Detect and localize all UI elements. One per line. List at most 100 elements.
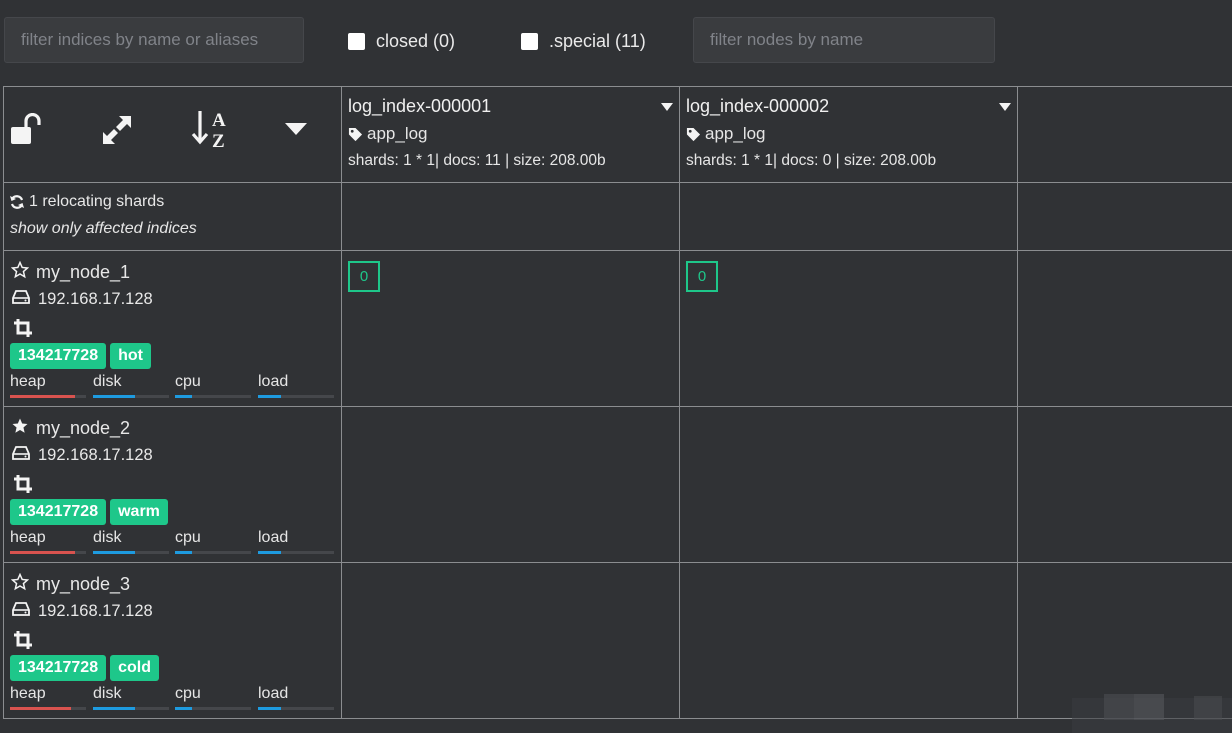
metric-load: load [258, 685, 334, 710]
node-name-label: my_node_1 [36, 262, 131, 282]
node-ip-label: 192.168.17.128 [38, 290, 153, 308]
metric-cpu-track [175, 707, 251, 710]
metric-cpu: cpu [175, 373, 251, 398]
expand-icon[interactable] [97, 110, 137, 150]
index-header-log-index-000001[interactable]: log_index-000001 app_log shards: 1 * 1| … [342, 86, 680, 183]
tag-icon [686, 127, 701, 141]
metric-load-fill [258, 395, 281, 398]
relocating-status: 1 relocating shards [9, 193, 164, 211]
node-ip-label: 192.168.17.128 [38, 602, 153, 620]
metric-cpu-track [175, 551, 251, 554]
metric-cpu-track [175, 395, 251, 398]
index-stats: shards: 1 * 1| docs: 0 | size: 208.00b [686, 152, 937, 169]
caret-down-icon[interactable] [281, 116, 311, 142]
metric-disk-label: disk [93, 685, 122, 702]
metric-heap: heap [10, 685, 86, 710]
metric-load-fill [258, 707, 281, 710]
metric-disk: disk [93, 685, 169, 710]
node-name[interactable]: my_node_1 [10, 260, 131, 284]
tag-icon [348, 127, 363, 141]
node-index-cell: 0 [680, 251, 1018, 407]
node-empty-cell [1018, 251, 1232, 407]
header-controls-cell: A Z [3, 86, 342, 183]
relocating-cell: 1 relocating shards show only affected i… [3, 183, 342, 251]
closed-checkbox-label: closed (0) [376, 30, 456, 51]
node-attribute-badges: 134217728 warm [10, 499, 172, 525]
metric-disk-track [93, 551, 169, 554]
header-empty-cell [1018, 86, 1232, 183]
filter-nodes-input[interactable] [693, 17, 995, 63]
relocating-label: 1 relocating shards [29, 193, 165, 210]
shard-box[interactable]: 0 [686, 261, 718, 292]
metric-cpu: cpu [175, 685, 251, 710]
metric-load-label: load [258, 685, 289, 702]
metric-disk: disk [93, 373, 169, 398]
metric-heap-fill [10, 707, 71, 710]
node-badge-tier: hot [110, 343, 151, 369]
crop-icon [13, 630, 33, 655]
refresh-icon [10, 195, 24, 209]
node-attribute-badges: 134217728 cold [10, 655, 163, 681]
metric-heap-label: heap [10, 373, 46, 390]
metric-load-fill [258, 551, 281, 554]
hdd-icon [12, 446, 38, 465]
relocating-index-cell [680, 183, 1018, 251]
special-checkbox[interactable]: .special (11) [521, 28, 646, 54]
metric-cpu-fill [175, 551, 192, 554]
node-ip: 192.168.17.128 [12, 290, 153, 309]
svg-text:A: A [212, 110, 226, 131]
star-outline-icon [10, 572, 36, 596]
metric-heap: heap [10, 529, 86, 554]
node-badge-tier: cold [110, 655, 159, 681]
unlock-icon[interactable] [7, 110, 47, 150]
index-header-log-index-000002[interactable]: log_index-000002 app_log shards: 1 * 1| … [680, 86, 1018, 183]
cluster-overview-grid: A Z log_index-000001 app_log shards: 1 *… [3, 86, 1232, 719]
node-name-label: my_node_2 [36, 418, 131, 438]
metric-cpu-label: cpu [175, 373, 201, 390]
show-affected-indices-link[interactable]: show only affected indices [10, 220, 197, 238]
index-menu-caret-icon[interactable] [661, 98, 673, 116]
hdd-icon [12, 290, 38, 309]
closed-checkbox[interactable]: closed (0) [348, 28, 455, 54]
node-cell: my_node_3 192.168.17.128 134217728 cold … [3, 563, 342, 719]
node-name[interactable]: my_node_3 [10, 572, 131, 596]
metric-heap: heap [10, 373, 86, 398]
metric-heap-track [10, 551, 86, 554]
node-attribute-badges: 134217728 hot [10, 343, 155, 369]
metric-disk-track [93, 707, 169, 710]
node-metrics: heap disk cpu load [10, 373, 334, 401]
shard-box[interactable]: 0 [348, 261, 380, 292]
star-filled-icon [11, 417, 36, 440]
index-name: log_index-000001 [348, 96, 492, 116]
node-name[interactable]: my_node_2 [11, 417, 130, 440]
filter-indices-input[interactable] [4, 17, 304, 63]
metric-load: load [258, 529, 334, 554]
crop-icon [13, 318, 33, 343]
node-index-cell: 0 [342, 251, 680, 407]
node-badge-size: 134217728 [10, 499, 107, 525]
metric-disk-fill [93, 551, 135, 554]
metric-heap-label: heap [10, 529, 46, 546]
sort-alpha-icon[interactable]: A Z [189, 106, 233, 154]
metric-disk-fill [93, 707, 135, 710]
star-outline-icon [10, 260, 36, 284]
relocating-empty-cell [1018, 183, 1232, 251]
index-alias-label: app_log [705, 124, 766, 143]
node-empty-cell [1018, 407, 1232, 563]
crop-icon [13, 474, 33, 499]
special-checkbox-box[interactable] [521, 32, 538, 50]
metric-heap-label: heap [10, 685, 46, 702]
metric-disk-label: disk [93, 373, 122, 390]
node-ip-label: 192.168.17.128 [38, 446, 153, 464]
node-name-label: my_node_3 [36, 574, 131, 594]
closed-checkbox-box[interactable] [348, 32, 365, 50]
metric-load-track [258, 707, 334, 710]
metric-cpu-fill [175, 395, 192, 398]
node-cell: my_node_2 192.168.17.128 134217728 warm … [3, 407, 342, 563]
index-menu-caret-icon[interactable] [999, 98, 1011, 116]
node-badge-size: 134217728 [10, 343, 107, 369]
metric-disk-fill [93, 395, 135, 398]
metric-load-track [258, 551, 334, 554]
metric-disk: disk [93, 529, 169, 554]
metric-heap-track [10, 707, 86, 710]
